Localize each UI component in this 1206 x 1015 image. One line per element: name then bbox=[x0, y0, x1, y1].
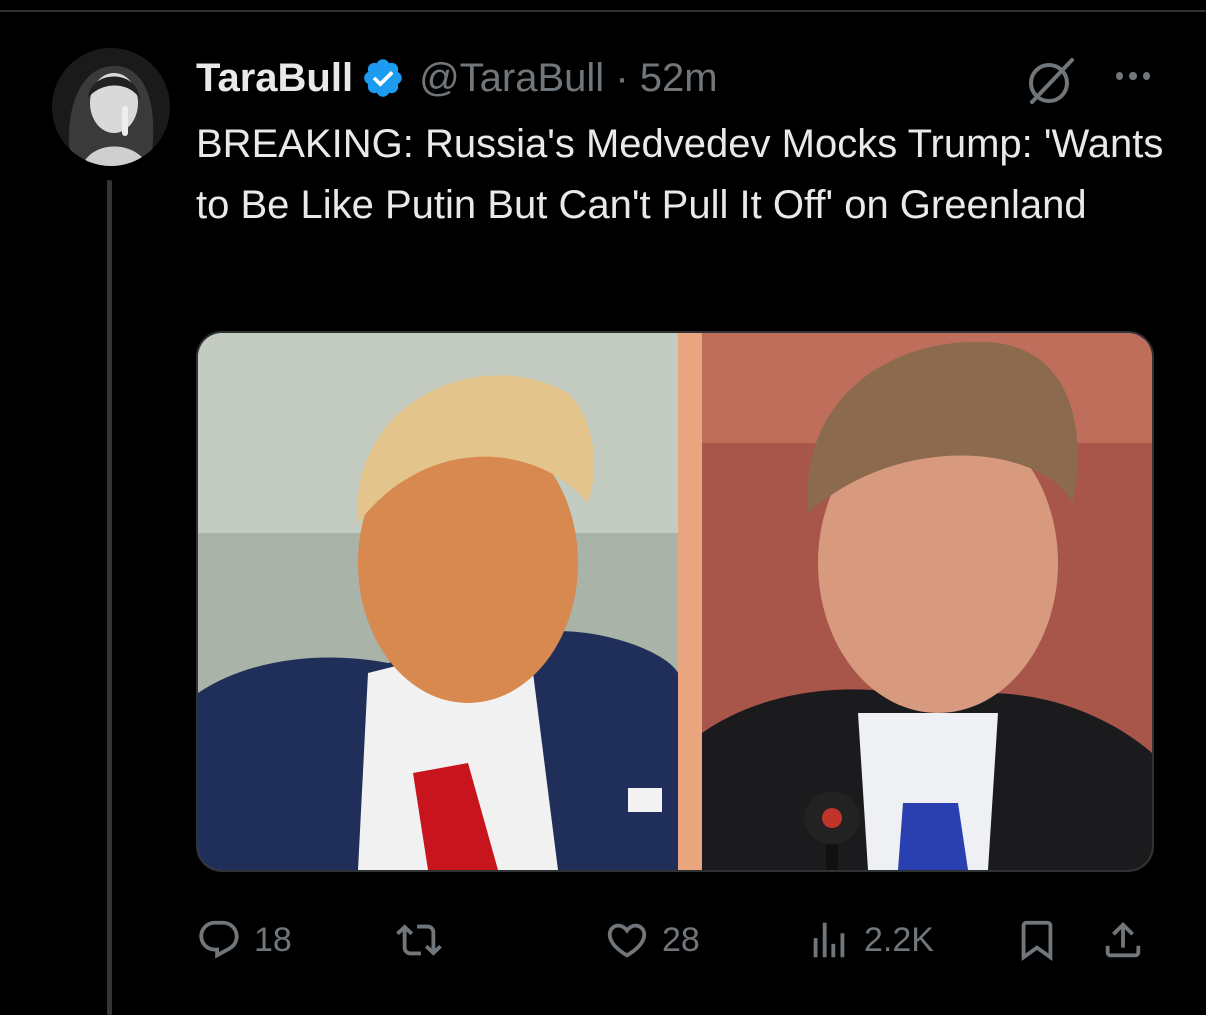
heart-icon bbox=[604, 917, 650, 963]
like-count: 28 bbox=[662, 920, 700, 959]
post-header: TaraBull @TaraBull · 52m bbox=[196, 50, 1166, 106]
top-divider bbox=[0, 10, 1206, 12]
post-actions: 18 28 2.2K bbox=[196, 910, 1156, 970]
more-icon[interactable] bbox=[1116, 72, 1150, 84]
repost-icon bbox=[396, 917, 442, 963]
handle-and-time: @TaraBull · 52m bbox=[419, 56, 718, 101]
separator: · bbox=[615, 55, 629, 100]
post-media[interactable] bbox=[196, 331, 1154, 872]
timestamp[interactable]: 52m bbox=[640, 56, 718, 100]
display-name[interactable]: TaraBull bbox=[196, 56, 353, 101]
views-button[interactable]: 2.2K bbox=[806, 910, 934, 970]
reply-icon bbox=[196, 917, 242, 963]
bookmark-button[interactable] bbox=[1014, 910, 1060, 970]
bookmark-icon bbox=[1014, 917, 1060, 963]
verified-badge-icon bbox=[361, 56, 405, 100]
share-button[interactable] bbox=[1100, 910, 1146, 970]
like-button[interactable]: 28 bbox=[604, 910, 700, 970]
post-text: BREAKING: Russia's Medvedev Mocks Trump:… bbox=[196, 122, 1164, 227]
reply-button[interactable]: 18 bbox=[196, 910, 292, 970]
views-count: 2.2K bbox=[864, 920, 934, 959]
avatar[interactable] bbox=[52, 48, 170, 166]
grok-icon[interactable] bbox=[1024, 54, 1078, 108]
reply-count: 18 bbox=[254, 920, 292, 959]
avatar-image bbox=[52, 48, 170, 166]
repost-button[interactable] bbox=[396, 910, 454, 970]
views-icon bbox=[806, 917, 852, 963]
thread-line bbox=[107, 180, 112, 1015]
post-image bbox=[198, 333, 1152, 870]
handle[interactable]: @TaraBull bbox=[419, 56, 604, 100]
share-icon bbox=[1100, 917, 1146, 963]
